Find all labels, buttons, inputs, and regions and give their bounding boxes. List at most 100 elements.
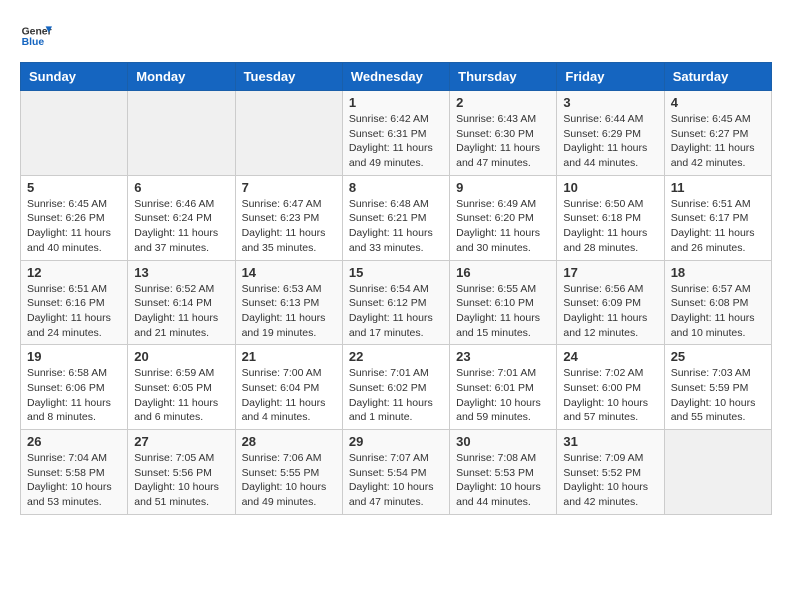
day-info: Sunrise: 7:01 AM Sunset: 6:01 PM Dayligh… xyxy=(456,366,550,425)
calendar-cell: 26Sunrise: 7:04 AM Sunset: 5:58 PM Dayli… xyxy=(21,430,128,515)
day-number: 13 xyxy=(134,265,228,280)
day-number: 4 xyxy=(671,95,765,110)
calendar-cell: 8 Sunrise: 6:48 AM Sunset: 6:21 PM Daylig… xyxy=(342,175,449,260)
calendar: SundayMondayTuesdayWednesdayThursdayFrid… xyxy=(20,62,772,515)
calendar-cell: 27 Sunrise: 7:05 AM Sunset: 5:56 PM Dayli… xyxy=(128,430,235,515)
day-info: Sunrise: 7:09 AM Sunset: 5:52 PM Dayligh… xyxy=(563,451,657,510)
day-info: Sunrise: 6:49 AM Sunset: 6:20 PM Dayligh… xyxy=(456,197,550,256)
calendar-cell: 7 Sunrise: 6:47 AM Sunset: 6:23 PM Daylig… xyxy=(235,175,342,260)
day-number: 16 xyxy=(456,265,550,280)
day-number: 14 xyxy=(242,265,336,280)
day-number: 3 xyxy=(563,95,657,110)
day-number: 25 xyxy=(671,349,765,364)
calendar-cell: 23 Sunrise: 7:01 AM Sunset: 6:01 PM Dayli… xyxy=(450,345,557,430)
day-number: 7 xyxy=(242,180,336,195)
day-number: 2 xyxy=(456,95,550,110)
day-info: Sunrise: 6:44 AM Sunset: 6:29 PM Dayligh… xyxy=(563,112,657,171)
day-info: Sunrise: 6:42 AM Sunset: 6:31 PM Dayligh… xyxy=(349,112,443,171)
calendar-cell: 10 Sunrise: 6:50 AM Sunset: 6:18 PM Dayli… xyxy=(557,175,664,260)
day-info: Sunrise: 7:08 AM Sunset: 5:53 PM Dayligh… xyxy=(456,451,550,510)
weekday-header-sunday: Sunday xyxy=(21,63,128,91)
calendar-cell: 29 Sunrise: 7:07 AM Sunset: 5:54 PM Dayli… xyxy=(342,430,449,515)
day-info: Sunrise: 6:47 AM Sunset: 6:23 PM Dayligh… xyxy=(242,197,336,256)
calendar-cell: 30 Sunrise: 7:08 AM Sunset: 5:53 PM Dayli… xyxy=(450,430,557,515)
calendar-cell: 6 Sunrise: 6:46 AM Sunset: 6:24 PM Daylig… xyxy=(128,175,235,260)
day-info: Sunrise: 6:50 AM Sunset: 6:18 PM Dayligh… xyxy=(563,197,657,256)
weekday-header-saturday: Saturday xyxy=(664,63,771,91)
day-info: Sunrise: 6:52 AM Sunset: 6:14 PM Dayligh… xyxy=(134,282,228,341)
day-number: 24 xyxy=(563,349,657,364)
calendar-cell: 15Sunrise: 6:54 AM Sunset: 6:12 PM Dayli… xyxy=(342,260,449,345)
calendar-cell: 3 Sunrise: 6:44 AM Sunset: 6:29 PM Daylig… xyxy=(557,91,664,176)
day-number: 26 xyxy=(27,434,121,449)
calendar-cell: 5 Sunrise: 6:45 AM Sunset: 6:26 PM Daylig… xyxy=(21,175,128,260)
day-info: Sunrise: 6:51 AM Sunset: 6:17 PM Dayligh… xyxy=(671,197,765,256)
calendar-cell: 25 Sunrise: 7:03 AM Sunset: 5:59 PM Dayli… xyxy=(664,345,771,430)
week-row-5: 26Sunrise: 7:04 AM Sunset: 5:58 PM Dayli… xyxy=(21,430,772,515)
day-number: 30 xyxy=(456,434,550,449)
day-info: Sunrise: 6:45 AM Sunset: 6:26 PM Dayligh… xyxy=(27,197,121,256)
day-info: Sunrise: 7:01 AM Sunset: 6:02 PM Dayligh… xyxy=(349,366,443,425)
logo: General Blue xyxy=(20,20,52,52)
day-number: 10 xyxy=(563,180,657,195)
calendar-cell: 12 Sunrise: 6:51 AM Sunset: 6:16 PM Dayli… xyxy=(21,260,128,345)
calendar-cell: 1 Sunrise: 6:42 AM Sunset: 6:31 PM Daylig… xyxy=(342,91,449,176)
week-row-2: 5 Sunrise: 6:45 AM Sunset: 6:26 PM Daylig… xyxy=(21,175,772,260)
calendar-cell: 31Sunrise: 7:09 AM Sunset: 5:52 PM Dayli… xyxy=(557,430,664,515)
calendar-cell: 16 Sunrise: 6:55 AM Sunset: 6:10 PM Dayli… xyxy=(450,260,557,345)
day-info: Sunrise: 7:02 AM Sunset: 6:00 PM Dayligh… xyxy=(563,366,657,425)
day-number: 8 xyxy=(349,180,443,195)
day-number: 21 xyxy=(242,349,336,364)
weekday-header-tuesday: Tuesday xyxy=(235,63,342,91)
weekday-header-row: SundayMondayTuesdayWednesdayThursdayFrid… xyxy=(21,63,772,91)
day-number: 23 xyxy=(456,349,550,364)
day-info: Sunrise: 6:43 AM Sunset: 6:30 PM Dayligh… xyxy=(456,112,550,171)
svg-text:Blue: Blue xyxy=(22,37,45,48)
weekday-header-monday: Monday xyxy=(128,63,235,91)
day-number: 27 xyxy=(134,434,228,449)
day-number: 5 xyxy=(27,180,121,195)
calendar-cell: 9Sunrise: 6:49 AM Sunset: 6:20 PM Daylig… xyxy=(450,175,557,260)
day-number: 1 xyxy=(349,95,443,110)
day-info: Sunrise: 6:46 AM Sunset: 6:24 PM Dayligh… xyxy=(134,197,228,256)
page-header: General Blue xyxy=(20,20,772,52)
day-info: Sunrise: 6:51 AM Sunset: 6:16 PM Dayligh… xyxy=(27,282,121,341)
day-number: 11 xyxy=(671,180,765,195)
calendar-cell xyxy=(664,430,771,515)
calendar-cell xyxy=(21,91,128,176)
week-row-4: 19 Sunrise: 6:58 AM Sunset: 6:06 PM Dayli… xyxy=(21,345,772,430)
calendar-cell: 19 Sunrise: 6:58 AM Sunset: 6:06 PM Dayli… xyxy=(21,345,128,430)
calendar-cell: 18Sunrise: 6:57 AM Sunset: 6:08 PM Dayli… xyxy=(664,260,771,345)
day-info: Sunrise: 6:48 AM Sunset: 6:21 PM Dayligh… xyxy=(349,197,443,256)
calendar-cell: 11 Sunrise: 6:51 AM Sunset: 6:17 PM Dayli… xyxy=(664,175,771,260)
calendar-cell: 17 Sunrise: 6:56 AM Sunset: 6:09 PM Dayli… xyxy=(557,260,664,345)
day-info: Sunrise: 6:56 AM Sunset: 6:09 PM Dayligh… xyxy=(563,282,657,341)
logo-icon: General Blue xyxy=(20,20,52,52)
day-info: Sunrise: 6:55 AM Sunset: 6:10 PM Dayligh… xyxy=(456,282,550,341)
day-info: Sunrise: 6:54 AM Sunset: 6:12 PM Dayligh… xyxy=(349,282,443,341)
weekday-header-friday: Friday xyxy=(557,63,664,91)
day-info: Sunrise: 6:58 AM Sunset: 6:06 PM Dayligh… xyxy=(27,366,121,425)
calendar-cell: 2 Sunrise: 6:43 AM Sunset: 6:30 PM Daylig… xyxy=(450,91,557,176)
day-number: 6 xyxy=(134,180,228,195)
calendar-cell: 28Sunrise: 7:06 AM Sunset: 5:55 PM Dayli… xyxy=(235,430,342,515)
day-info: Sunrise: 7:00 AM Sunset: 6:04 PM Dayligh… xyxy=(242,366,336,425)
day-info: Sunrise: 7:05 AM Sunset: 5:56 PM Dayligh… xyxy=(134,451,228,510)
calendar-cell: 13 Sunrise: 6:52 AM Sunset: 6:14 PM Dayli… xyxy=(128,260,235,345)
calendar-cell: 14Sunrise: 6:53 AM Sunset: 6:13 PM Dayli… xyxy=(235,260,342,345)
day-info: Sunrise: 6:59 AM Sunset: 6:05 PM Dayligh… xyxy=(134,366,228,425)
day-number: 29 xyxy=(349,434,443,449)
weekday-header-thursday: Thursday xyxy=(450,63,557,91)
day-number: 17 xyxy=(563,265,657,280)
day-info: Sunrise: 7:07 AM Sunset: 5:54 PM Dayligh… xyxy=(349,451,443,510)
day-number: 19 xyxy=(27,349,121,364)
day-info: Sunrise: 7:03 AM Sunset: 5:59 PM Dayligh… xyxy=(671,366,765,425)
calendar-cell xyxy=(235,91,342,176)
calendar-cell: 4Sunrise: 6:45 AM Sunset: 6:27 PM Daylig… xyxy=(664,91,771,176)
day-number: 18 xyxy=(671,265,765,280)
day-number: 28 xyxy=(242,434,336,449)
day-number: 22 xyxy=(349,349,443,364)
week-row-3: 12 Sunrise: 6:51 AM Sunset: 6:16 PM Dayli… xyxy=(21,260,772,345)
day-number: 12 xyxy=(27,265,121,280)
calendar-cell xyxy=(128,91,235,176)
